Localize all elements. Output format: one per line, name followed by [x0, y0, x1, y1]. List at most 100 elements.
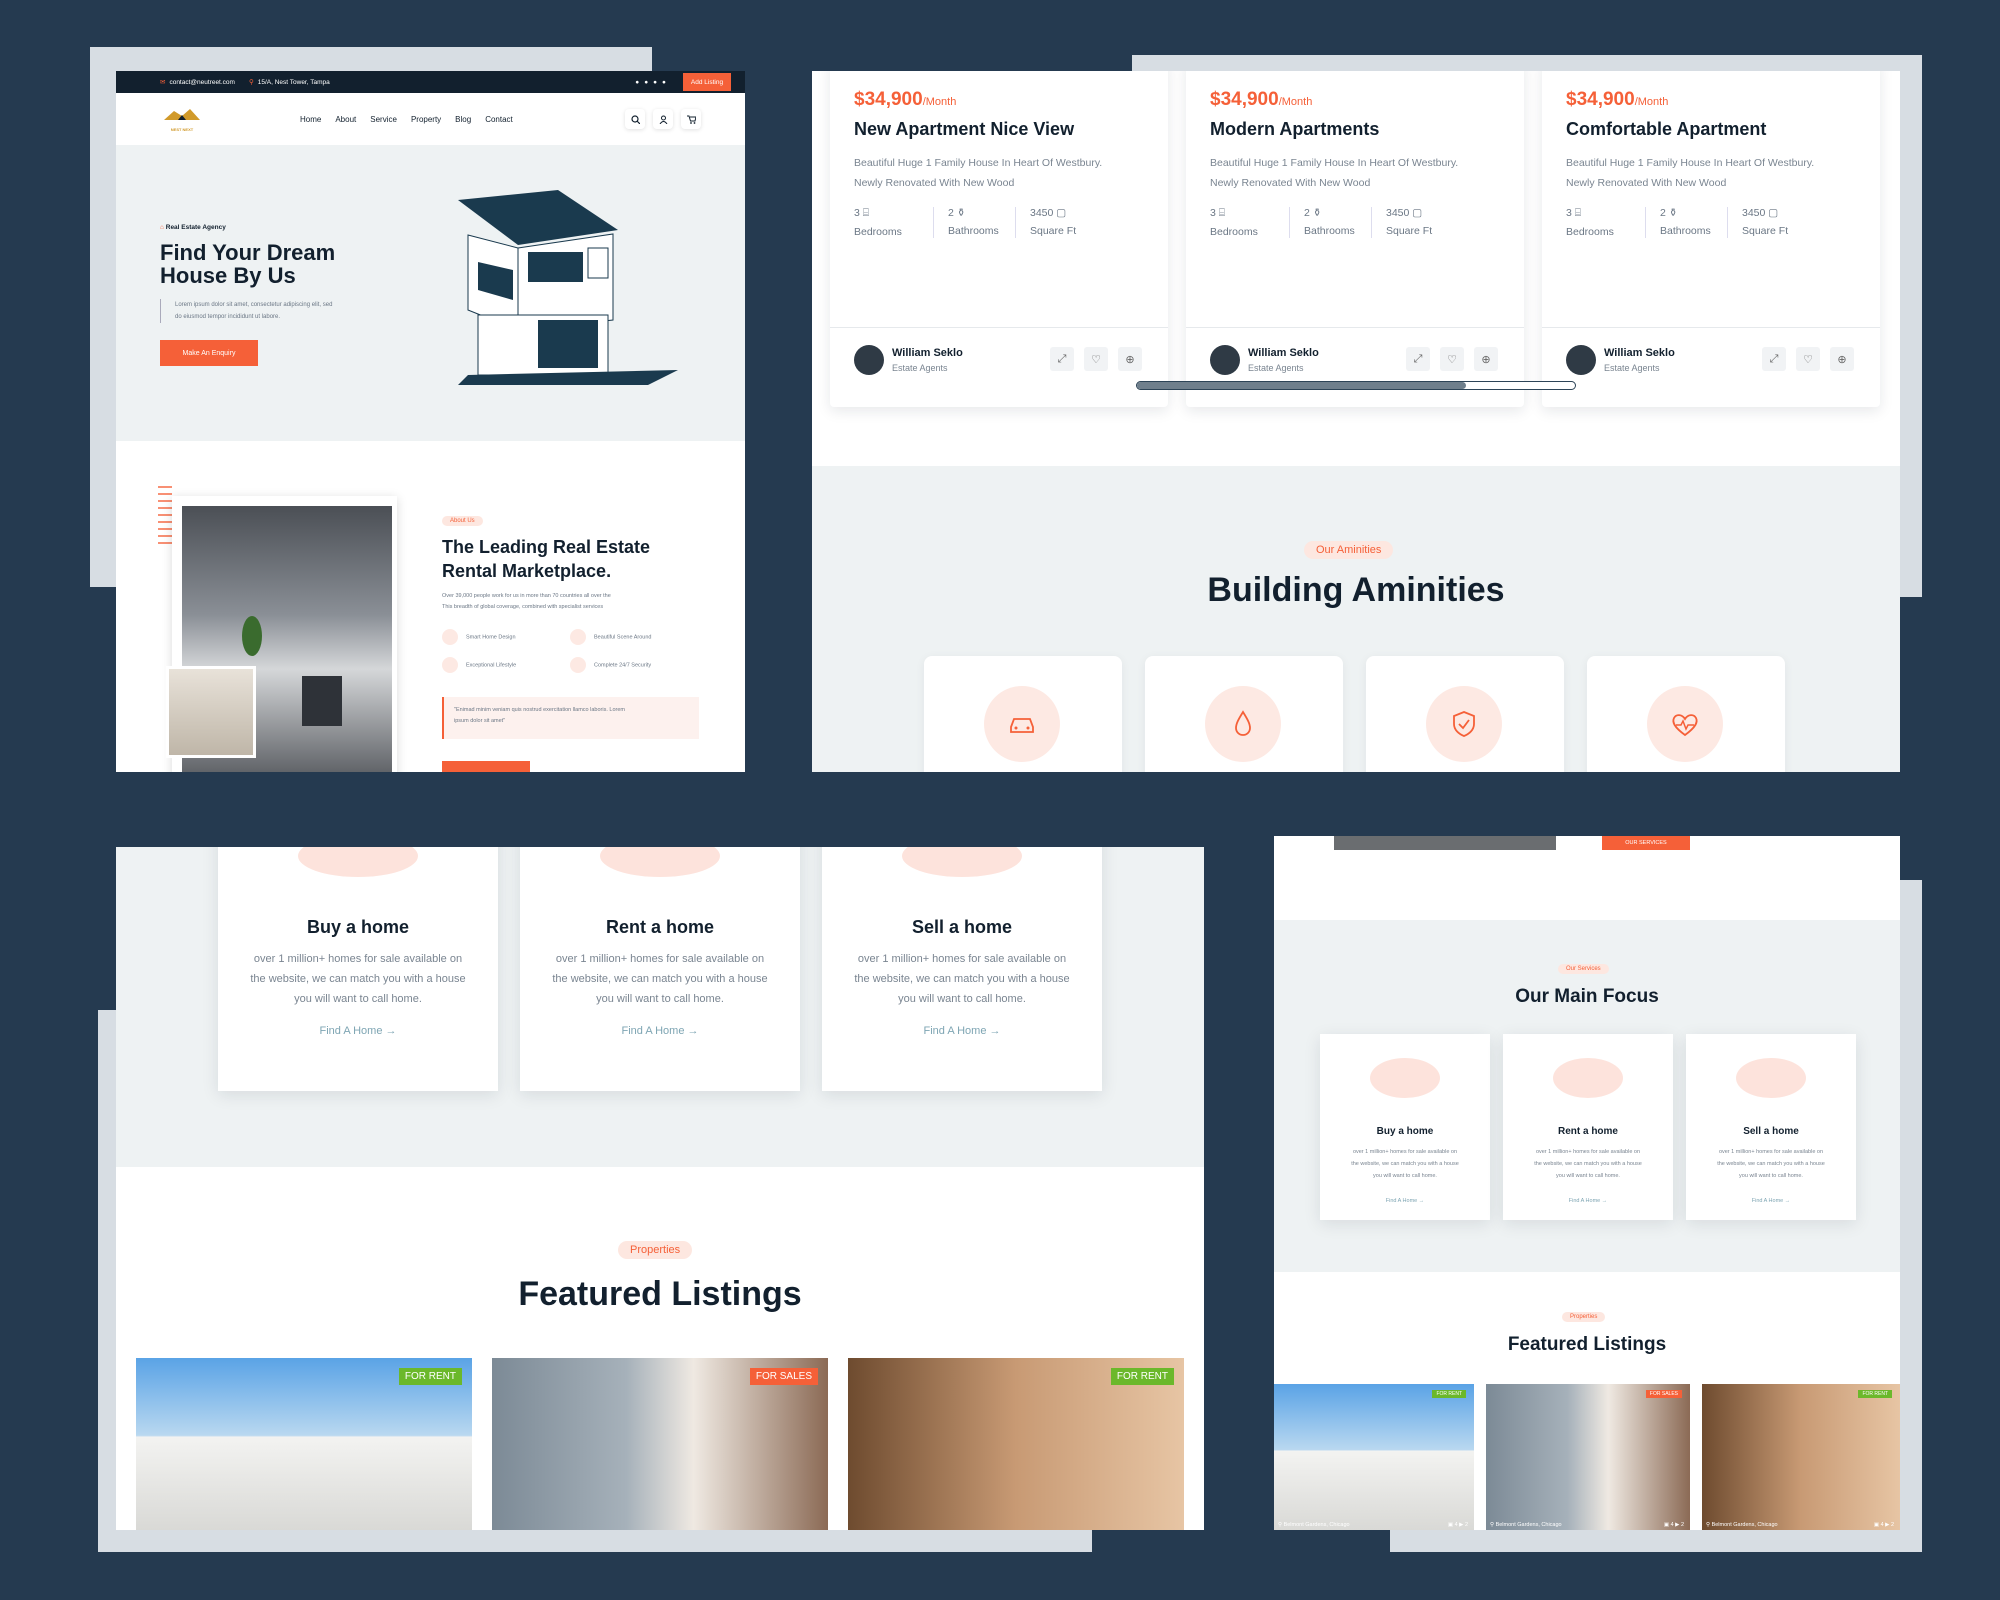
- house-hand-icon: [298, 847, 418, 877]
- service-description: over 1 million+ homes for sale available…: [1534, 1149, 1642, 1179]
- listing-location: ⚲ Belmont Gardens, Chicago: [1706, 1522, 1778, 1528]
- user-icon[interactable]: [653, 109, 673, 129]
- property-card[interactable]: $34,900/Month New Apartment Nice View Be…: [830, 71, 1168, 407]
- property-title[interactable]: New Apartment Nice View: [854, 119, 1074, 140]
- nav-contact[interactable]: Contact: [485, 115, 513, 124]
- feature-item: Complete 24/7 Security: [570, 657, 651, 673]
- agent-name[interactable]: William Seklo: [1604, 347, 1675, 359]
- focus-preview: OUR SERVICES Our Services Our Main Focus…: [1274, 836, 1900, 1530]
- property-stats: 3 ⌸ Bedrooms 2 ⚱ Bathrooms 3450 ▢ Square Ft: [1210, 207, 1432, 238]
- listing-photo[interactable]: FOR RENT ⚲ Belmont Gardens, Chicago ▣ 4 …: [1274, 1384, 1474, 1530]
- find-a-home-link[interactable]: Find A Home →: [1320, 1198, 1490, 1204]
- listing-photo[interactable]: FOR RENT ⚲ Belmont Gardens, Chicago ▣ 4 …: [1702, 1384, 1900, 1530]
- listings-title: Featured Listings: [1507, 1334, 1667, 1355]
- add-circle-icon[interactable]: ⊕: [1474, 347, 1498, 371]
- property-description: Beautiful Huge 1 Family House In Heart O…: [1566, 157, 1815, 189]
- amenity-card[interactable]: [1145, 656, 1343, 772]
- property-title[interactable]: Modern Apartments: [1210, 119, 1379, 140]
- find-a-home-link[interactable]: Find A Home →: [218, 1025, 498, 1037]
- dots-decoration: [158, 486, 172, 546]
- price: $34,900/Month: [1566, 89, 1669, 110]
- nav-about[interactable]: About: [335, 115, 356, 124]
- agent-role: Estate Agents: [892, 363, 948, 373]
- about-image-frame: [166, 496, 397, 772]
- services-preview: Buy a home over 1 million+ homes for sal…: [116, 847, 1204, 1530]
- heart-icon[interactable]: ♡: [1440, 347, 1464, 371]
- service-card[interactable]: Buy a home over 1 million+ homes for sal…: [1320, 1034, 1490, 1220]
- video-icon: ▶: [1459, 1522, 1464, 1528]
- amenity-card[interactable]: [924, 656, 1122, 772]
- homepage-preview: ✉ contact@neutreet.com ⚲ 15/A, Nest Towe…: [116, 71, 745, 772]
- expand-icon[interactable]: ⤢: [1050, 347, 1074, 371]
- agent-name[interactable]: William Seklo: [1248, 347, 1319, 359]
- area-stat: 3450 ▢ Square Ft: [1030, 207, 1077, 237]
- service-card[interactable]: Rent a home over 1 million+ homes for sa…: [520, 847, 800, 1091]
- avatar: [1566, 345, 1596, 375]
- make-enquiry-button[interactable]: Make An Enquiry: [160, 340, 258, 366]
- bed-icon: ⌸: [862, 207, 870, 219]
- add-listing-button[interactable]: Add Listing: [683, 73, 731, 91]
- expand-icon[interactable]: ⤢: [1762, 347, 1786, 371]
- hero-title: Find Your Dream House By Us: [160, 240, 336, 288]
- main-nav: NEST NEXT Home About Service Property Bl…: [116, 93, 745, 145]
- add-circle-icon[interactable]: ⊕: [1118, 347, 1142, 371]
- top-bar: ✉ contact@neutreet.com ⚲ 15/A, Nest Towe…: [116, 71, 745, 93]
- find-a-home-link[interactable]: Find A Home →: [520, 1025, 800, 1037]
- video-icon: ▶: [1885, 1522, 1890, 1528]
- area-stat: 3450 ▢ Square Ft: [1386, 207, 1433, 237]
- listing-photo[interactable]: FOR SALES ⚲ Belmont Gardens, Chicago ▣ 4…: [1486, 1384, 1690, 1530]
- listing-location: ⚲ Belmont Gardens, Chicago: [1278, 1522, 1350, 1528]
- property-stats: 3 ⌸ Bedrooms 2 ⚱ Bathrooms 3450 ▢ Square Ft: [854, 207, 1076, 238]
- social-icons[interactable]: ●●●●: [635, 79, 671, 86]
- our-services-button[interactable]: OUR SERVICES: [1602, 836, 1690, 850]
- amenities-title: Building Aminities: [1207, 571, 1505, 609]
- service-title: Buy a home: [1376, 1126, 1434, 1137]
- find-a-home-link[interactable]: Find A Home →: [1503, 1198, 1673, 1204]
- search-icon[interactable]: [625, 109, 645, 129]
- add-circle-icon[interactable]: ⊕: [1830, 347, 1854, 371]
- expand-icon[interactable]: ⤢: [1406, 347, 1430, 371]
- service-card[interactable]: Sell a home over 1 million+ homes for sa…: [1686, 1034, 1856, 1220]
- carousel-scrollbar[interactable]: [1136, 381, 1576, 390]
- service-description: over 1 million+ homes for sale available…: [552, 953, 768, 1005]
- for-rent-tag: FOR RENT: [1858, 1390, 1892, 1398]
- listing-photo[interactable]: FOR SALES: [492, 1358, 828, 1530]
- location-icon: ⚲: [1278, 1522, 1283, 1528]
- listing-photo[interactable]: FOR RENT: [136, 1358, 472, 1530]
- find-a-home-link[interactable]: Find A Home →: [1686, 1198, 1856, 1204]
- arrow-right-icon: →: [1601, 1198, 1608, 1204]
- email-link[interactable]: contact@neutreet.com: [169, 79, 235, 86]
- property-card[interactable]: $34,900/Month Comfortable Apartment Beau…: [1542, 71, 1880, 407]
- service-card[interactable]: Buy a home over 1 million+ homes for sal…: [218, 847, 498, 1091]
- cart-icon[interactable]: [681, 109, 701, 129]
- service-card[interactable]: Sell a home over 1 million+ homes for sa…: [822, 847, 1102, 1091]
- nav-home[interactable]: Home: [300, 115, 321, 124]
- amenity-card[interactable]: [1366, 656, 1564, 772]
- listing-photo[interactable]: FOR RENT: [848, 1358, 1184, 1530]
- logo-text: NEST NEXT: [170, 127, 194, 132]
- service-title: Sell a home: [1743, 1126, 1799, 1137]
- about-button[interactable]: [442, 761, 530, 772]
- property-title[interactable]: Comfortable Apartment: [1566, 119, 1766, 140]
- about-quote: "Enimad minim veniam quis nostrud exerci…: [442, 697, 699, 739]
- water-drop-icon: [1235, 710, 1251, 736]
- amenity-card[interactable]: [1587, 656, 1785, 772]
- find-a-home-link[interactable]: Find A Home →: [822, 1025, 1102, 1037]
- service-card[interactable]: Rent a home over 1 million+ homes for sa…: [1503, 1034, 1673, 1220]
- property-card[interactable]: $34,900/Month Modern Apartments Beautifu…: [1186, 71, 1524, 407]
- nav-service[interactable]: Service: [370, 115, 397, 124]
- service-description: over 1 million+ homes for sale available…: [1717, 1149, 1825, 1179]
- heart-icon[interactable]: ♡: [1796, 347, 1820, 371]
- agent-role: Estate Agents: [1248, 363, 1304, 373]
- area-stat: 3450 ▢ Square Ft: [1742, 207, 1789, 237]
- video-icon: ▶: [1675, 1522, 1680, 1528]
- bathrooms-stat: 2 ⚱ Bathrooms: [934, 207, 1016, 238]
- bath-icon: ⚱: [1312, 207, 1322, 219]
- nav-blog[interactable]: Blog: [455, 115, 471, 124]
- heart-icon[interactable]: ♡: [1084, 347, 1108, 371]
- nav-property[interactable]: Property: [411, 115, 441, 124]
- bath-icon: ⚱: [956, 207, 966, 219]
- logo[interactable]: NEST NEXT: [160, 106, 204, 132]
- agent-name[interactable]: William Seklo: [892, 347, 963, 359]
- listings-pill: Properties: [618, 1241, 693, 1259]
